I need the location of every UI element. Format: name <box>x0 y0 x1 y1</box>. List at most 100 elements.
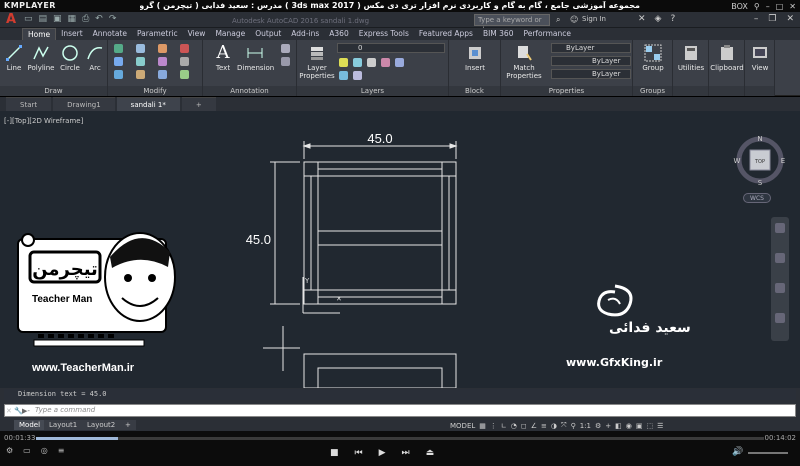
playlist-icon[interactable]: ≡ <box>58 446 65 455</box>
close-icon[interactable]: ✕ <box>789 2 796 11</box>
panel-label-properties[interactable]: Properties <box>501 86 632 96</box>
osnap-icon[interactable]: ◻ <box>521 422 527 430</box>
tab-performance[interactable]: Performance <box>518 28 576 40</box>
polyline-tool[interactable]: Polyline <box>26 44 56 72</box>
panel-label-groups[interactable]: Groups <box>633 86 672 96</box>
group-tool[interactable]: Group <box>635 44 671 72</box>
clean-screen-icon[interactable]: ⬚ <box>646 422 653 430</box>
close-icon[interactable]: ✕ <box>786 14 794 24</box>
pin-icon[interactable]: ⚲ <box>754 2 760 11</box>
text-tool[interactable]: A Text <box>211 44 235 73</box>
a360-icon[interactable]: ◈ <box>655 14 662 24</box>
arc-tool[interactable]: Arc <box>84 44 106 72</box>
next-icon[interactable]: ⏭ <box>402 448 410 458</box>
offset-icon[interactable] <box>180 70 189 79</box>
help-icon[interactable]: ? <box>670 14 675 24</box>
panel-label-annotation[interactable]: Annotation <box>203 86 296 96</box>
restore-icon[interactable]: ❐ <box>768 14 776 24</box>
autocad-logo-icon[interactable]: A <box>4 12 18 28</box>
scale-icon[interactable] <box>136 70 145 79</box>
seek-bar[interactable] <box>36 437 764 440</box>
transparency-icon[interactable]: ◑ <box>551 422 557 430</box>
panel-label-block[interactable]: Block <box>449 86 500 96</box>
clipboard-tool[interactable]: Clipboard <box>709 44 745 72</box>
rotate-icon[interactable] <box>136 44 145 53</box>
copy-icon[interactable] <box>114 57 123 66</box>
leader-icon[interactable] <box>281 44 290 53</box>
tab-view[interactable]: View <box>183 28 211 40</box>
snap-icon[interactable]: ⋮ <box>490 422 497 430</box>
tab-featured-apps[interactable]: Featured Apps <box>414 28 478 40</box>
file-tab[interactable]: Start <box>6 97 52 111</box>
open-icon[interactable]: ▤ <box>39 14 48 24</box>
lineweight-dropdown[interactable]: ByLayer <box>551 69 631 79</box>
pan-icon[interactable] <box>775 253 785 263</box>
lineweight-icon[interactable]: ≡ <box>541 422 547 430</box>
mirror-icon[interactable] <box>136 57 145 66</box>
tab-parametric[interactable]: Parametric <box>132 28 183 40</box>
color-dropdown[interactable]: ByLayer <box>551 43 631 53</box>
customize-cmd-icon[interactable]: ✕ 🔧 <box>6 407 23 415</box>
compass-south[interactable]: S <box>758 179 763 187</box>
file-tab[interactable]: sandali 1* <box>116 97 180 111</box>
tab-model[interactable]: Model <box>14 420 46 430</box>
fillet-icon[interactable] <box>158 57 167 66</box>
ortho-icon[interactable]: ∟ <box>501 422 507 430</box>
layer-dropdown[interactable]: 0 <box>337 43 445 53</box>
annotation-scale[interactable]: 1:1 <box>580 422 591 430</box>
volume-slider[interactable] <box>748 452 788 454</box>
box-label[interactable]: BOX <box>731 2 748 11</box>
save-icon[interactable]: ▣ <box>53 14 62 24</box>
dimension-text-vertical[interactable]: 45.0 <box>246 232 271 247</box>
grid-icon[interactable]: ▦ <box>479 422 486 430</box>
erase-icon[interactable] <box>180 44 189 53</box>
redo-icon[interactable]: ↷ <box>109 14 117 24</box>
settings-icon[interactable]: ⚙ <box>6 446 13 455</box>
stretch-icon[interactable] <box>114 70 123 79</box>
compass-west[interactable]: W <box>734 157 741 165</box>
layer-off-icon[interactable] <box>353 71 362 80</box>
layer-properties-tool[interactable]: Layer Properties <box>299 44 335 80</box>
zoom-icon[interactable] <box>775 283 785 293</box>
navigation-bar[interactable] <box>771 217 789 341</box>
circle-tool[interactable]: Circle <box>58 44 82 72</box>
search-input[interactable]: Type a keyword or phrase <box>474 14 550 34</box>
layer-freeze-icon[interactable] <box>353 58 362 67</box>
chair-outer-rect[interactable] <box>303 161 457 305</box>
menu-icon[interactable]: ☰ <box>657 422 663 430</box>
linetype-dropdown[interactable]: ByLayer <box>551 56 631 66</box>
insert-tool[interactable]: Insert <box>455 44 495 72</box>
command-input[interactable]: Type a command <box>4 404 796 417</box>
isolate-icon[interactable]: ◉ <box>626 422 632 430</box>
tab-layout2[interactable]: Layout2 <box>82 420 121 430</box>
steering-wheel-icon[interactable] <box>775 223 785 233</box>
player-logo[interactable]: KMPLAYER <box>4 1 56 10</box>
eject-icon[interactable]: ⏏ <box>426 448 435 458</box>
layer-previous-icon[interactable] <box>395 58 404 67</box>
tab-a360[interactable]: A360 <box>324 28 353 40</box>
array-icon[interactable] <box>158 70 167 79</box>
trim-icon[interactable] <box>158 44 167 53</box>
panel-label-modify[interactable]: Modify <box>108 86 202 96</box>
move-icon[interactable] <box>114 44 123 53</box>
hardware-accel-icon[interactable]: ▣ <box>636 422 643 430</box>
polar-icon[interactable]: ◔ <box>511 422 517 430</box>
saveas-icon[interactable]: ▦ <box>68 14 77 24</box>
dimension-tool[interactable]: Dimension <box>237 44 274 72</box>
dimension-text-horizontal[interactable]: 45.0 <box>367 131 392 146</box>
plus-icon[interactable]: + <box>605 422 611 430</box>
undo-icon[interactable]: ↶ <box>95 14 103 24</box>
tab-manage[interactable]: Manage <box>210 28 250 40</box>
file-tab[interactable]: Drawing1 <box>53 97 115 111</box>
maximize-icon[interactable]: □ <box>776 2 784 11</box>
new-file-tab-button[interactable]: + <box>181 97 216 111</box>
compass-north[interactable]: N <box>757 135 762 143</box>
line-tool[interactable]: Line <box>4 44 24 72</box>
sign-in-button[interactable]: Sign In <box>582 15 606 23</box>
selection-cycling-icon[interactable]: ⤧ <box>561 421 567 430</box>
minimize-icon[interactable]: – <box>766 2 770 11</box>
viewcube-top-face[interactable]: TOP <box>754 159 765 165</box>
workspace-icon[interactable]: ◧ <box>615 422 622 430</box>
layer-lock-icon[interactable] <box>367 58 376 67</box>
panel-label-layers[interactable]: Layers <box>297 86 448 96</box>
